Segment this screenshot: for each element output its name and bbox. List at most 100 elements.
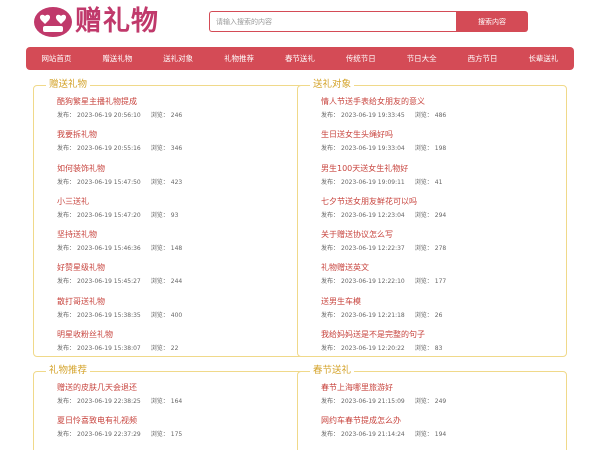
panel-gift: 赠送礼物 酷狗繁星主播礼物提成 发布： 2023-06-19 20:56:10 浏览：… [33,78,303,358]
list-item: 送男生车模 发布： 2023-06-19 12:21:18 浏览： 26 [298,292,566,325]
article-link[interactable]: 七夕节送女朋友鲜花可以吗 [321,196,566,208]
nav-item-traditional[interactable]: 传统节日 [346,53,376,64]
article-meta: 发布： 2023-06-19 15:47:20 浏览： 93 [57,210,302,222]
published-label: 发布： [57,145,76,153]
published-date: 2023-06-19 15:46:36 [77,245,141,253]
panel-title[interactable]: 赠送礼物 [46,78,91,92]
panel-spring: 春节送礼 春节上海哪里旅游好 发布： 2023-06-19 21:15:09 浏览： 2… [297,364,567,450]
list-item: 七夕节送女朋友鲜花可以吗 发布： 2023-06-19 12:23:04 浏览： 294 [298,192,566,225]
article-link[interactable]: 礼物赠送英文 [321,262,566,274]
nav-item-target[interactable]: 送礼对象 [163,53,193,64]
published-date: 2023-06-19 15:47:50 [77,178,141,186]
nav-item-festivals[interactable]: 节日大全 [407,53,437,64]
article-link[interactable]: 关于赠送协议怎么写 [321,229,566,241]
view-count: 177 [434,278,447,286]
published-label: 发布： [321,245,340,253]
published-date: 2023-06-19 12:21:18 [341,311,405,319]
list-item: 生日送女生头绳好吗 发布： 2023-06-19 19:33:04 浏览： 198 [298,125,566,158]
article-link[interactable]: 好赞星级礼物 [57,262,302,274]
panel-title[interactable]: 礼物推荐 [46,364,91,378]
views-label: 浏览： [150,112,169,119]
panel-body: 酷狗繁星主播礼物提成 发布： 2023-06-19 20:56:10 浏览： 246 我要… [34,86,302,358]
published-label: 发布： [57,178,76,186]
article-meta: 发布： 2023-06-19 12:23:04 浏览： 294 [321,210,566,222]
nav-item-recommend[interactable]: 礼物推荐 [224,53,254,64]
published-date: 2023-06-19 19:09:11 [341,178,405,186]
view-count: 486 [434,112,447,119]
published-label: 发布： [57,112,76,119]
nav-item-western[interactable]: 西方节日 [468,53,498,64]
view-count: 93 [170,211,179,219]
article-link[interactable]: 夏日怜喜致电有礼视频 [57,415,302,427]
panel-recommend: 礼物推荐 赠送的皮肤几天会退还 发布： 2023-06-19 22:38:25 浏览：… [33,364,303,450]
views-label: 浏览： [150,245,169,253]
views-label: 浏览： [150,278,169,286]
published-date: 2023-06-19 21:14:24 [341,431,405,439]
views-label: 浏览： [150,398,169,405]
published-label: 发布： [321,178,340,186]
article-link[interactable]: 如何装饰礼物 [57,163,302,175]
views-label: 浏览： [414,278,433,286]
article-meta: 发布： 2023-06-19 12:22:37 浏览： 278 [321,243,566,255]
published-label: 发布： [321,431,340,439]
published-label: 发布： [57,211,76,219]
list-item: 赠送的皮肤几天会退还 发布： 2023-06-19 22:38:25 浏览： 164 [34,378,302,411]
published-date: 2023-06-19 19:33:45 [341,112,405,119]
view-count: 164 [170,398,183,405]
article-meta: 发布： 2023-06-19 20:56:10 浏览： 246 [57,110,302,122]
published-label: 发布： [57,245,76,253]
published-date: 2023-06-19 15:47:20 [77,211,141,219]
article-link[interactable]: 情人节送手表给女朋友的意义 [321,96,566,108]
published-label: 发布： [57,311,76,319]
article-link[interactable]: 小三送礼 [57,196,302,208]
search-input[interactable] [209,11,456,32]
nav-item-elders[interactable]: 长辈送礼 [528,53,558,64]
view-count: 26 [434,311,443,319]
article-meta: 发布： 2023-06-19 21:14:24 浏览： 194 [321,429,566,441]
article-link[interactable]: 散打哥送礼物 [57,296,302,308]
list-item: 情人节送手表给女朋友的意义 发布： 2023-06-19 19:33:45 浏览： 48… [298,92,566,125]
article-meta: 发布： 2023-06-19 15:45:27 浏览： 244 [57,276,302,288]
article-meta: 发布： 2023-06-19 22:37:29 浏览： 175 [57,429,302,441]
article-link[interactable]: 男生100天送女生礼物好 [321,163,566,175]
panel-body: 赠送的皮肤几天会退还 发布： 2023-06-19 22:38:25 浏览： 164 夏日… [34,372,302,445]
search-button[interactable]: 搜索内容 [456,11,528,32]
list-item: 小三送礼发布： 2023-06-19 15:47:20 浏览： 93 [34,192,302,225]
article-link[interactable]: 我给妈妈送是不是完整的句子 [321,329,566,341]
published-date: 2023-06-19 12:22:37 [341,245,405,253]
article-link[interactable]: 生日送女生头绳好吗 [321,129,566,141]
panel-title[interactable]: 送礼对象 [310,78,355,92]
view-count: 246 [170,112,183,119]
article-link[interactable]: 明星收粉丝礼物 [57,329,302,341]
article-link[interactable]: 春节上海哪里旅游好 [321,382,566,394]
published-date: 2023-06-19 15:38:35 [77,311,141,319]
article-link[interactable]: 赠送的皮肤几天会退还 [57,382,302,394]
list-item: 夏日怜喜致电有礼视频 发布： 2023-06-19 22:37:29 浏览： 175 [34,411,302,444]
view-count: 41 [434,178,443,186]
list-item: 关于赠送协议怎么写 发布： 2023-06-19 12:22:37 浏览： 278 [298,225,566,258]
view-count: 83 [434,345,443,353]
nav-item-gift[interactable]: 赠送礼物 [102,53,132,64]
views-label: 浏览： [150,311,169,319]
article-meta: 发布： 2023-06-19 12:20:22 浏览： 83 [321,343,566,355]
nav-item-spring[interactable]: 春节送礼 [285,53,315,64]
site-logo[interactable]: 赠礼物 [33,4,159,40]
article-link[interactable]: 酷狗繁星主播礼物提成 [57,96,302,108]
article-meta: 发布： 2023-06-19 15:46:36 浏览： 148 [57,243,302,255]
published-label: 发布： [321,145,340,153]
article-link[interactable]: 我要拆礼物 [57,129,302,141]
view-count: 175 [170,431,183,439]
views-label: 浏览： [414,345,433,353]
article-link[interactable]: 送男生车模 [321,296,566,308]
panel-title[interactable]: 春节送礼 [310,364,355,378]
view-count: 423 [170,178,183,186]
article-meta: 发布： 2023-06-19 22:38:25 浏览： 164 [57,396,302,408]
main-nav: 网站首页 赠送礼物 送礼对象 礼物推荐 春节送礼 传统节日 节日大全 西方节日 … [26,47,574,70]
panel-target: 送礼对象 情人节送手表给女朋友的意义 发布： 2023-06-19 19:33:45… [297,78,567,357]
article-meta: 发布： 2023-06-19 19:33:45 浏览： 486 [321,110,566,122]
published-date: 2023-06-19 12:20:22 [341,345,405,353]
views-label: 浏览： [414,431,433,439]
article-link[interactable]: 坚持送礼物 [57,229,302,241]
nav-item-home[interactable]: 网站首页 [41,53,71,64]
article-link[interactable]: 网约车春节提成怎么办 [321,415,566,427]
